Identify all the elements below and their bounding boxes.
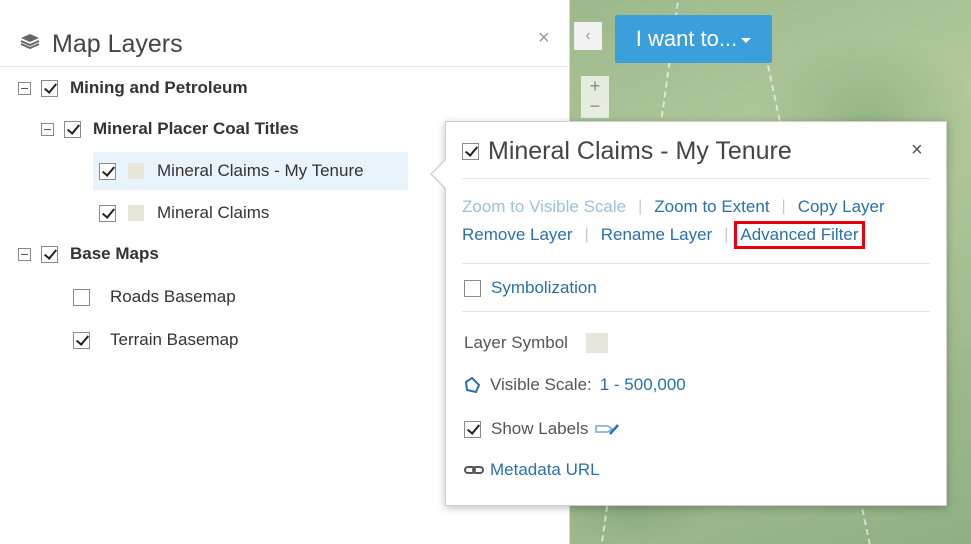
visible-scale-label: Visible Scale: <box>490 375 592 394</box>
close-panel-button[interactable]: × <box>538 28 550 48</box>
layer-symbol-swatch <box>585 333 608 353</box>
tree-label[interactable]: Roads Basemap <box>110 287 236 307</box>
popup-title-row: Mineral Claims - My Tenure <box>462 137 792 166</box>
panel-collapse-button[interactable]: ‹ <box>574 22 602 50</box>
popup-pointer-fill <box>432 159 447 189</box>
show-labels-checkbox[interactable] <box>464 420 481 438</box>
layer-visibility-checkbox[interactable] <box>462 143 479 160</box>
layer-checkbox[interactable] <box>99 162 116 180</box>
collapse-icon[interactable] <box>18 81 31 95</box>
layer-checkbox[interactable] <box>73 288 90 306</box>
tree-label[interactable]: Mineral Claims - My Tenure <box>157 161 364 181</box>
action-separator: | <box>724 226 729 243</box>
layers-icon <box>20 34 40 49</box>
collapse-icon[interactable] <box>41 122 54 136</box>
visible-scale-value[interactable]: 1 - 500,000 <box>600 375 686 395</box>
layer-swatch <box>128 205 144 221</box>
tree-layer-my-tenure[interactable]: Mineral Claims - My Tenure <box>93 152 408 190</box>
zoom-to-extent-link[interactable]: Zoom to Extent <box>654 197 769 217</box>
tree-layer-roads[interactable]: Roads Basemap <box>73 282 236 312</box>
tree-group-base-maps: Base Maps <box>18 239 159 269</box>
tree-layer-terrain[interactable]: Terrain Basemap <box>73 325 239 355</box>
tree-group-mining: Mining and Petroleum <box>18 73 248 103</box>
panel-header: Map Layers × <box>0 8 569 67</box>
layer-checkbox[interactable] <box>41 245 58 263</box>
divider <box>462 311 930 312</box>
zoom-out-button[interactable]: − <box>581 96 609 116</box>
i-want-to-button[interactable]: I want to... <box>615 15 772 63</box>
layer-symbol-label: Layer Symbol <box>464 333 568 352</box>
action-separator: | <box>584 226 589 243</box>
rename-layer-link[interactable]: Rename Layer <box>601 225 713 245</box>
action-separator: | <box>638 198 643 215</box>
layer-actions-row-1: Zoom to Visible Scale | Zoom to Extent |… <box>462 195 885 219</box>
zoom-control: + − <box>581 76 609 118</box>
close-popup-button[interactable]: × <box>911 140 923 160</box>
tree-label[interactable]: Terrain Basemap <box>110 330 239 350</box>
scale-range-icon <box>464 376 481 394</box>
layer-checkbox[interactable] <box>99 204 116 222</box>
panel-title: Map Layers <box>52 30 183 58</box>
popup-title: Mineral Claims - My Tenure <box>488 137 792 165</box>
copy-layer-link[interactable]: Copy Layer <box>798 197 885 217</box>
layer-actions-row-2: Remove Layer | Rename Layer | Advanced F… <box>462 221 865 249</box>
advanced-filter-link[interactable]: Advanced Filter <box>734 221 865 249</box>
layer-swatch <box>128 163 144 179</box>
action-separator: | <box>781 198 786 215</box>
symbolization-checkbox[interactable] <box>464 279 481 297</box>
layer-options-popup: Mineral Claims - My Tenure × Zoom to Vis… <box>430 121 947 506</box>
zoom-in-button[interactable]: + <box>581 76 609 96</box>
layer-checkbox[interactable] <box>73 331 90 349</box>
show-labels-label: Show Labels <box>491 419 589 438</box>
visible-scale-row: Visible Scale: 1 - 500,000 <box>464 372 686 398</box>
link-chain-icon <box>464 466 484 474</box>
zoom-visible-scale-link[interactable]: Zoom to Visible Scale <box>462 197 626 217</box>
remove-layer-link[interactable]: Remove Layer <box>462 225 573 245</box>
tree-label[interactable]: Mineral Placer Coal Titles <box>93 119 299 139</box>
layer-checkbox[interactable] <box>41 79 58 97</box>
tree-label[interactable]: Mining and Petroleum <box>70 78 248 98</box>
symbolization-row: Symbolization <box>464 275 597 301</box>
symbolization-link[interactable]: Symbolization <box>491 278 597 298</box>
tree-label[interactable]: Mineral Claims <box>157 203 269 223</box>
i-want-to-label: I want to... <box>635 26 738 51</box>
tree-label[interactable]: Base Maps <box>70 244 159 264</box>
layer-symbol-row: Layer Symbol <box>464 330 621 356</box>
metadata-row: Metadata URL <box>464 457 600 483</box>
caret-down-icon <box>741 37 752 43</box>
label-edit-icon[interactable] <box>594 422 620 436</box>
tree-subgroup-placer: Mineral Placer Coal Titles <box>41 114 299 144</box>
layer-checkbox[interactable] <box>64 120 81 138</box>
show-labels-row: Show Labels <box>464 416 620 442</box>
tree-layer-mineral-claims[interactable]: Mineral Claims <box>99 198 269 228</box>
divider <box>462 263 930 264</box>
metadata-url-link[interactable]: Metadata URL <box>490 460 600 480</box>
divider <box>462 178 930 179</box>
collapse-icon[interactable] <box>18 247 31 261</box>
